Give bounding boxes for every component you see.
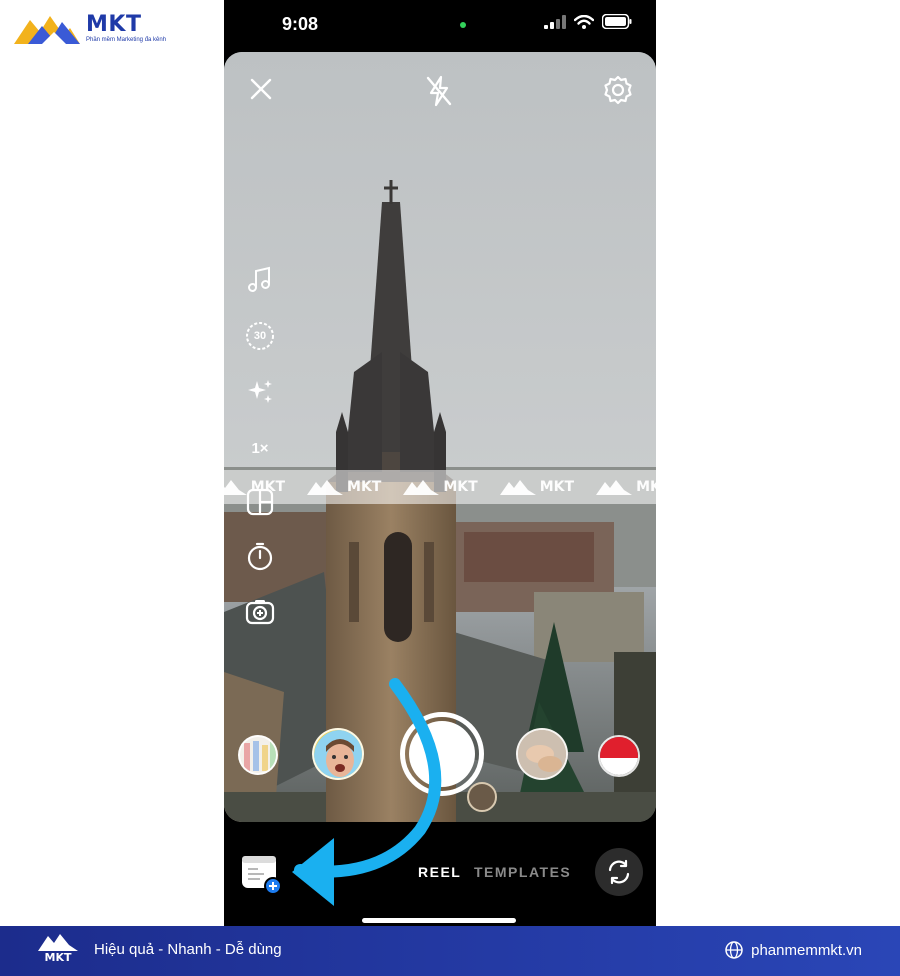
flash-off-icon: [426, 75, 452, 107]
brand-text: MKT Phần mềm Marketing đa kênh: [86, 14, 166, 44]
brand-tagline: Phần mềm Marketing đa kênh: [86, 37, 167, 43]
camera-active-dot: [460, 22, 466, 28]
settings-icon: [604, 75, 632, 105]
wifi-icon: [574, 14, 594, 29]
dual-camera-icon: [245, 600, 275, 625]
camera-top-controls: [224, 74, 656, 108]
footer-logo-name: MKT: [44, 951, 72, 964]
music-note-icon: [248, 266, 270, 292]
flip-camera-icon: [608, 859, 630, 885]
brand-logo: MKT Phần mềm Marketing đa kênh: [14, 12, 166, 46]
cellular-signal-icon: [544, 14, 566, 29]
watermark-logo-icon: [596, 480, 633, 495]
footer-banner: MKT Hiệu quả - Nhanh - Dễ dùng phanmemmk…: [0, 926, 900, 976]
watermark-label: MKT: [58, 479, 93, 495]
footer-website[interactable]: phanmemmkt.vn: [725, 941, 862, 959]
watermark-logo-icon: [307, 480, 344, 495]
sparkles-icon: [248, 380, 272, 403]
gallery-add-icon: [242, 856, 282, 895]
close-icon: [250, 78, 272, 100]
watermark-logo-icon: [499, 480, 536, 495]
watermark-label: MKT: [828, 479, 864, 495]
effect-thumb-2[interactable]: [312, 728, 364, 780]
watermark-item: MKT: [692, 478, 767, 496]
watermark-item: MKT: [788, 478, 864, 496]
watermark-item: MKT: [210, 478, 286, 496]
watermark-item: MKT: [18, 478, 92, 496]
home-indicator: [362, 918, 516, 923]
watermark-label: MKT: [732, 479, 767, 495]
watermark-logo-icon: [210, 480, 247, 495]
length-label: 30: [253, 330, 267, 342]
camera-bottom-bar: REEL TEMPLATES: [224, 822, 656, 926]
timer-icon: [247, 542, 273, 571]
footer-logo-icon: [38, 934, 78, 951]
status-bar: 9:08: [224, 0, 656, 50]
watermark-logo-icon: [18, 480, 54, 495]
mountain-logo-icon: [14, 16, 80, 44]
watermark-item: MKT: [114, 478, 189, 496]
settings-button[interactable]: [602, 74, 634, 106]
close-button[interactable]: [246, 74, 276, 104]
effect-thumb-4[interactable]: [598, 735, 640, 777]
watermark-label: MKT: [347, 479, 382, 495]
mode-tab-templates[interactable]: TEMPLATES: [474, 864, 571, 880]
church-scene-image: [224, 52, 656, 822]
effects-button[interactable]: [242, 374, 278, 410]
globe-icon: [725, 941, 743, 959]
watermark-item: MKT: [499, 478, 575, 496]
watermark-label: MKT: [636, 479, 671, 495]
watermark-label: MKT: [539, 479, 575, 495]
flip-camera-button[interactable]: [595, 848, 643, 896]
watermark-label: MKT: [154, 479, 189, 495]
music-button[interactable]: [242, 262, 278, 298]
watermark-band: MKT MKT MKT MKT MKT MKT MKT MKT MKT: [0, 470, 900, 504]
flash-toggle[interactable]: [424, 74, 454, 108]
shutter-inner: [409, 721, 475, 787]
watermark-item: MKT: [307, 478, 381, 496]
effect-thumb-1[interactable]: [238, 735, 278, 775]
mode-tab-reel[interactable]: REEL: [418, 864, 461, 880]
watermark-item: MKT: [596, 478, 670, 496]
battery-icon: [602, 14, 632, 29]
watermark-logo-icon: [403, 480, 440, 495]
brand-name: MKT: [86, 12, 142, 37]
footer-slogan: Hiệu quả - Nhanh - Dễ dùng: [94, 941, 282, 958]
footer-logo: MKT: [38, 932, 78, 964]
phone-screen: 9:08 30 1× REEL TEMPLATES: [224, 0, 656, 926]
speed-label: 1×: [251, 439, 269, 457]
length-button[interactable]: 30: [242, 318, 278, 354]
watermark-logo-icon: [788, 480, 825, 495]
status-time: 9:08: [282, 14, 319, 34]
speed-button[interactable]: 1×: [242, 430, 278, 466]
watermark-label: MKT: [250, 479, 286, 495]
camera-viewfinder[interactable]: 30 1×: [224, 52, 656, 822]
watermark-logo-icon: [692, 480, 729, 495]
timer-button[interactable]: [242, 538, 278, 574]
dual-camera-button[interactable]: [242, 594, 278, 630]
watermark-label: MKT: [443, 479, 478, 495]
shutter-button[interactable]: [400, 712, 484, 796]
effect-thumb-3[interactable]: [516, 728, 568, 780]
watermark-logo-icon: [114, 480, 151, 495]
footer-website-label: phanmemmkt.vn: [751, 941, 862, 959]
page: MKT Phần mềm Marketing đa kênh 9:08 30 1…: [0, 0, 900, 976]
gallery-button[interactable]: [240, 852, 282, 895]
watermark-item: MKT: [403, 478, 478, 496]
status-icons: [544, 14, 632, 29]
